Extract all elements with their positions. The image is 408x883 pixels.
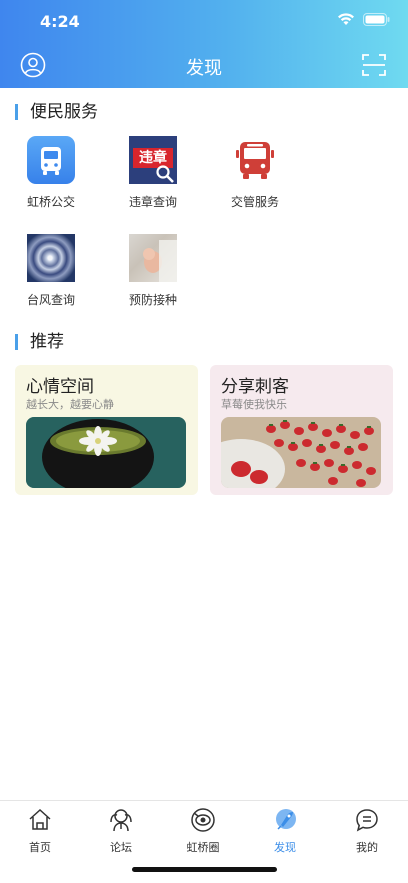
card-share[interactable]: 分享刺客 草莓使我快乐: [210, 365, 393, 495]
my-chat-icon: [356, 809, 378, 832]
violation-query-icon: 违章: [129, 136, 177, 184]
section-title-services: 便民服务: [15, 104, 98, 121]
service-label: 虹桥公交: [26, 195, 75, 209]
service-label: 预防接种: [128, 293, 177, 307]
bus-icon: [27, 136, 75, 184]
traffic-bus-icon: [231, 136, 279, 184]
service-item-traffic[interactable]: 交管服务: [215, 136, 295, 210]
forum-icon: [110, 809, 132, 832]
service-item-vaccination[interactable]: 预防接种: [113, 234, 193, 308]
strawberry-image: [221, 417, 381, 488]
status-icons: [337, 12, 390, 26]
tab-label: 论坛: [110, 841, 132, 854]
tab-label: 虹桥圈: [186, 841, 220, 854]
circle-icon: [191, 808, 215, 832]
service-label: 台风查询: [26, 293, 75, 307]
tab-label: 首页: [29, 841, 51, 854]
scan-button[interactable]: [361, 52, 387, 78]
tab-home[interactable]: 首页: [10, 807, 70, 855]
card-title: 分享刺客: [221, 377, 289, 397]
card-subtitle: 越长大，越要心静: [26, 398, 114, 411]
tab-label: 发现: [274, 841, 296, 854]
card-title: 心情空间: [26, 377, 94, 397]
tab-my[interactable]: 我的: [337, 807, 397, 855]
battery-icon: [363, 12, 390, 26]
service-label: 违章查询: [128, 195, 177, 209]
tab-forum[interactable]: 论坛: [91, 807, 151, 855]
wifi-icon: [338, 13, 354, 25]
card-mood-space[interactable]: 心情空间 越长大，越要心静: [15, 365, 198, 495]
page-title: 发现: [186, 58, 222, 79]
service-label: 交管服务: [230, 195, 279, 209]
tea-image: [26, 417, 186, 488]
service-item-typhoon[interactable]: 台风查询: [11, 234, 91, 308]
home-indicator[interactable]: [132, 867, 277, 872]
header: 4:24 发现: [0, 0, 408, 88]
discover-rocket-icon: [276, 809, 296, 830]
tab-discover[interactable]: 发现: [255, 807, 315, 855]
tab-circle[interactable]: 虹桥圈: [173, 807, 233, 855]
vaccination-image: [129, 234, 177, 282]
status-time: 4:24: [40, 12, 80, 31]
tab-label: 我的: [356, 841, 378, 854]
service-item-violation[interactable]: 违章 违章查询: [113, 136, 193, 210]
typhoon-image: [27, 234, 75, 282]
card-subtitle: 草莓使我快乐: [221, 398, 287, 411]
section-title-recommend: 推荐: [15, 334, 64, 351]
service-item-bus[interactable]: 虹桥公交: [11, 136, 91, 210]
scan-icon: [362, 54, 386, 76]
home-icon: [29, 808, 51, 830]
